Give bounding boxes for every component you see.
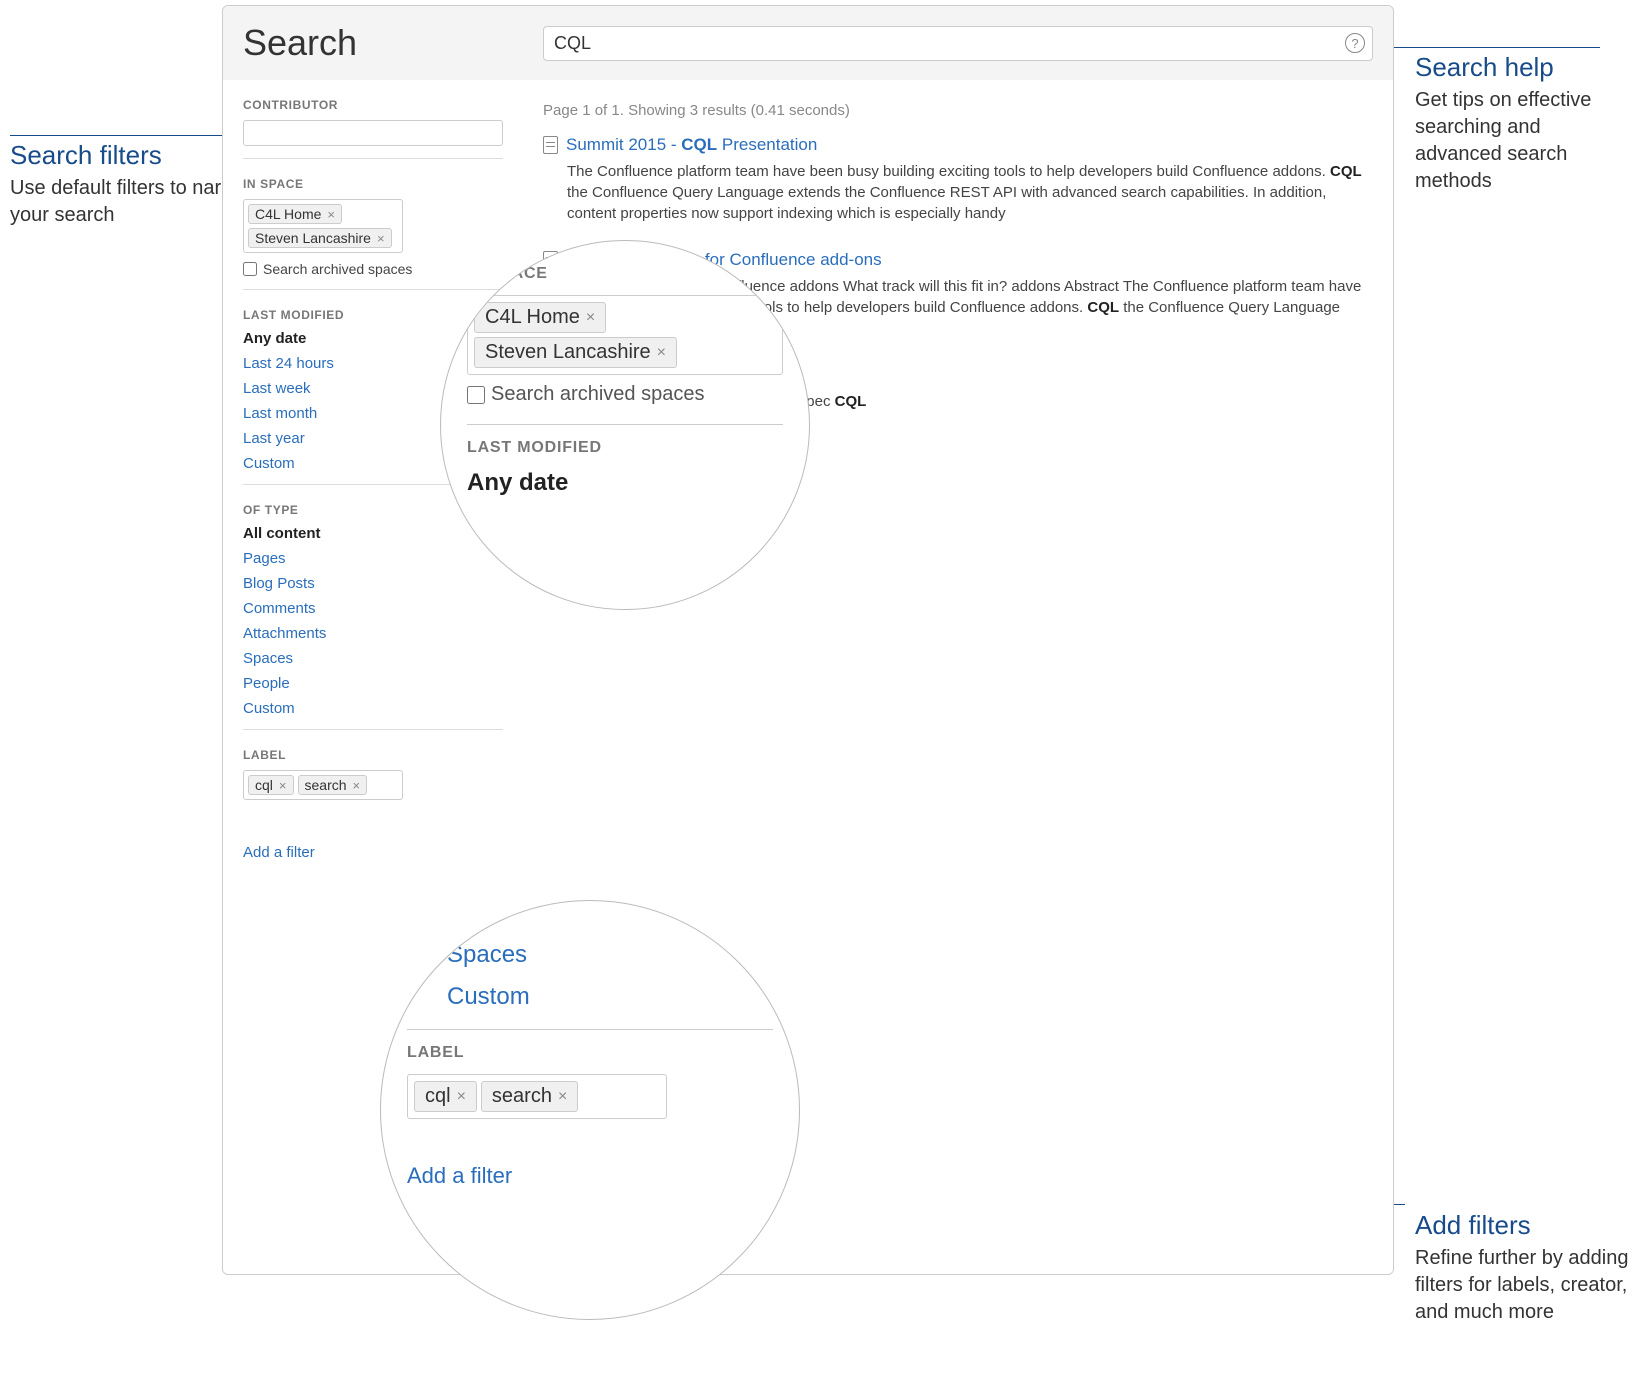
callout-help-body: Get tips on effective searching and adva… [1415, 87, 1625, 195]
add-filter-link[interactable]: Add a filter [407, 1163, 512, 1189]
archived-checkbox[interactable] [467, 386, 485, 404]
close-icon[interactable]: × [279, 778, 287, 793]
type-custom[interactable]: Custom [447, 983, 773, 1011]
in-space-label: IN SPACE [243, 177, 503, 191]
close-icon[interactable]: × [327, 207, 335, 222]
lens-label-label: LABEL [407, 1044, 773, 1062]
in-space-chipbox[interactable]: C4L Home× Steven Lancashire× [243, 199, 403, 253]
result-link[interactable]: Summit 2015 - CQL Presentation [566, 135, 817, 155]
type-all[interactable]: All content [243, 525, 503, 542]
chip-c4l-home[interactable]: C4L Home× [474, 302, 606, 333]
type-custom[interactable]: Custom [243, 700, 503, 717]
callout-help-title: Search help [1415, 52, 1625, 83]
page-icon [543, 136, 558, 154]
close-icon[interactable]: × [558, 1088, 567, 1106]
label-chipbox[interactable]: cql× search× [243, 770, 403, 800]
chip-search[interactable]: search× [481, 1081, 578, 1112]
lm-any-date[interactable]: Any date [467, 469, 783, 497]
type-attachments[interactable]: Attachments [243, 625, 503, 642]
contributor-label: CONTRIBUTOR [243, 98, 503, 112]
lens-in-space-chipbox[interactable]: C4L Home× Steven Lancashire× [467, 295, 783, 375]
chip-cql[interactable]: cql× [414, 1081, 477, 1112]
search-input[interactable] [543, 26, 1373, 61]
callout-add-title: Add filters [1415, 1210, 1630, 1241]
label-filter-label: LABEL [243, 748, 503, 762]
add-filter-link[interactable]: Add a filter [243, 844, 315, 861]
results-meta: Page 1 of 1. Showing 3 results (0.41 sec… [543, 102, 1373, 119]
magnifier-add-filter: Spaces Custom LABEL cql× search× Add a f… [380, 900, 800, 1320]
archived-checkbox[interactable] [243, 262, 257, 276]
magnifier-filters: IN SPACE C4L Home× Steven Lancashire× Se… [440, 240, 810, 610]
close-icon[interactable]: × [586, 309, 595, 327]
type-pages[interactable]: Pages [243, 550, 503, 567]
contributor-input[interactable] [243, 120, 503, 146]
chip-steven[interactable]: Steven Lancashire× [248, 228, 392, 248]
archived-checkbox-row[interactable]: Search archived spaces [243, 261, 503, 277]
chip-cql[interactable]: cql× [248, 775, 294, 795]
page-title: Search [243, 22, 543, 64]
type-people[interactable]: People [243, 675, 503, 692]
close-icon[interactable]: × [353, 778, 361, 793]
chip-search[interactable]: search× [298, 775, 368, 795]
result-snippet: The Confluence platform team have been b… [543, 161, 1373, 224]
callout-add-body: Refine further by adding filters for lab… [1415, 1245, 1630, 1326]
type-blog[interactable]: Blog Posts [243, 575, 503, 592]
archived-checkbox-row[interactable]: Search archived spaces [467, 383, 783, 406]
last-modified-label: LAST MODIFIED [243, 308, 503, 322]
chip-steven[interactable]: Steven Lancashire× [474, 337, 677, 368]
close-icon[interactable]: × [657, 344, 666, 362]
close-icon[interactable]: × [457, 1088, 466, 1106]
of-type-list: All content Pages Blog Posts Comments At… [243, 525, 503, 717]
app-header: Search ? [223, 6, 1393, 80]
lens-label-chipbox[interactable]: cql× search× [407, 1074, 667, 1119]
search-result: Summit 2015 - CQL Presentation The Confl… [543, 135, 1373, 224]
type-spaces[interactable]: Spaces [243, 650, 503, 667]
type-comments[interactable]: Comments [243, 600, 503, 617]
search-help-icon[interactable]: ? [1345, 33, 1365, 53]
lens-lm-label: LAST MODIFIED [467, 439, 783, 457]
close-icon[interactable]: × [377, 231, 385, 246]
chip-c4l-home[interactable]: C4L Home× [248, 204, 342, 224]
